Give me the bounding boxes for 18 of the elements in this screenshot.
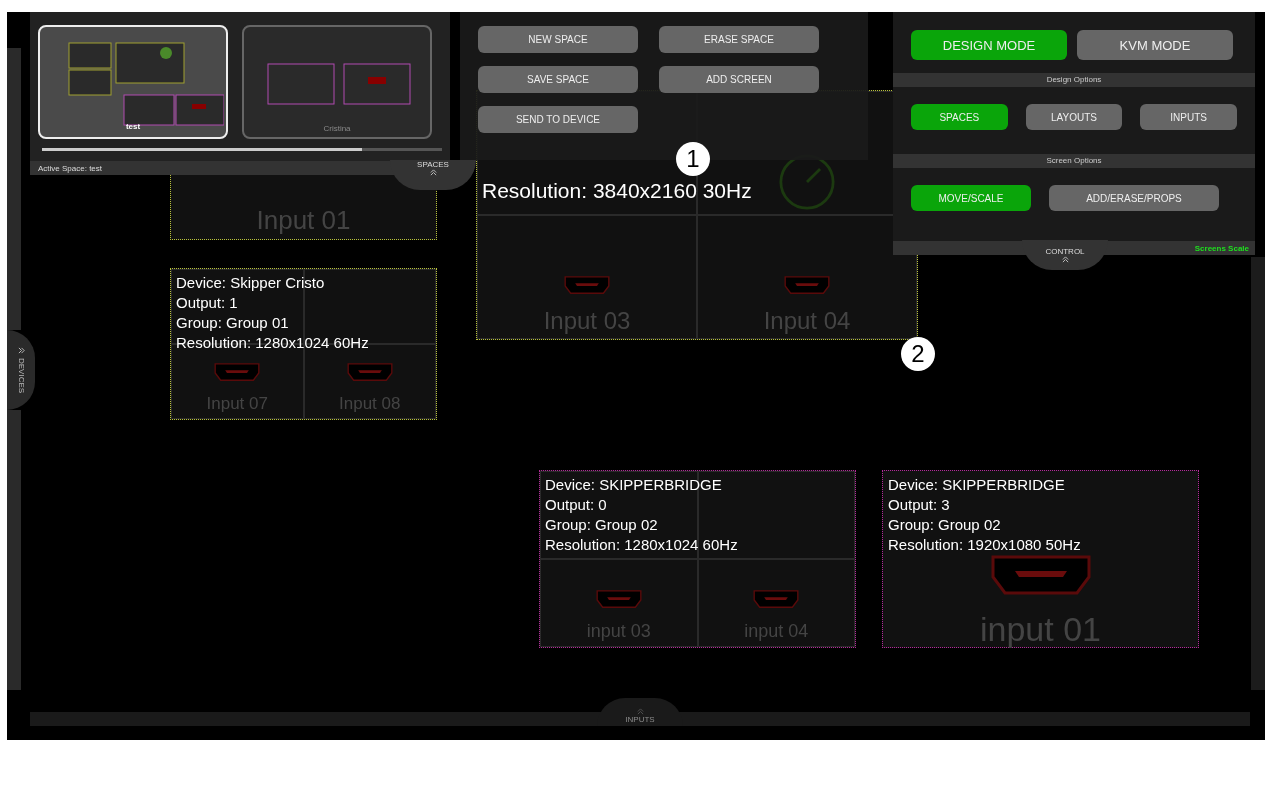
screen-info-text: Device: SKIPPERBRIDGE bbox=[888, 475, 1065, 495]
section-header: Design Options bbox=[893, 73, 1255, 87]
screen-info-text: Resolution: 1920x1080 50Hz bbox=[888, 535, 1081, 555]
active-space-text: Active Space: test bbox=[38, 163, 103, 173]
space-name: test bbox=[124, 122, 142, 131]
screen-info-text: Output: 3 bbox=[888, 495, 950, 515]
screen-info-text: Group: Group 01 bbox=[176, 313, 289, 333]
screen-info-text: Device: Skipper Cristo bbox=[176, 273, 325, 293]
screen-info-text: Output: 1 bbox=[176, 293, 238, 313]
screen-info-text: Device: SKIPPERBRIDGE bbox=[545, 475, 722, 495]
section-header: Screen Options bbox=[893, 154, 1255, 168]
screen-info-text: Resolution: 3840x2160 30Hz bbox=[482, 179, 752, 203]
space-name: Cristina bbox=[322, 124, 352, 133]
callout-marker: 2 bbox=[901, 337, 935, 371]
screen-info-text: Group: Group 02 bbox=[545, 515, 658, 535]
screen-info-text: Resolution: 1280x1024 60Hz bbox=[545, 535, 738, 555]
screen-info-text: Output: 0 bbox=[545, 495, 607, 515]
screen-info-text: Group: Group 02 bbox=[888, 515, 1001, 535]
